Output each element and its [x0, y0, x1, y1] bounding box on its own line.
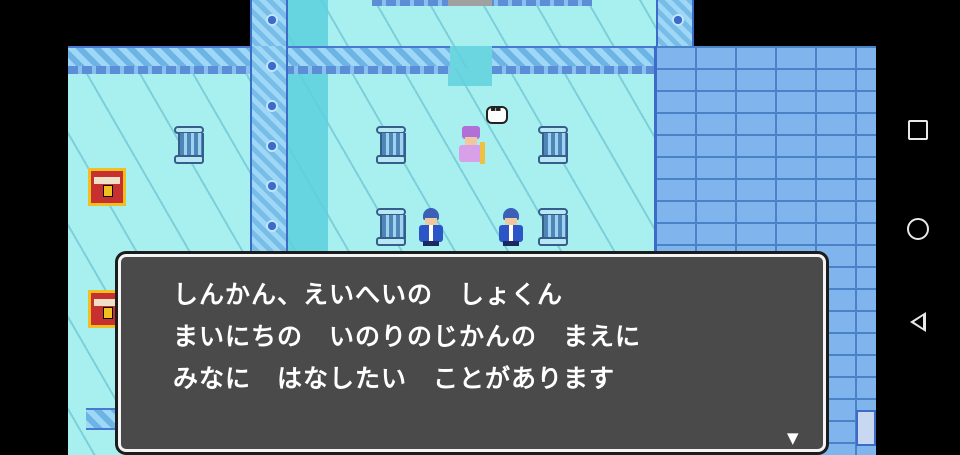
dialog-line-3: みなに はなしたい ことがあります [173, 364, 616, 393]
continue-arrow-icon[interactable]: ▼ [787, 429, 799, 447]
wall-trim-right [492, 46, 656, 68]
altar-step [448, 0, 492, 6]
wall-trim-left [68, 46, 252, 68]
pedestal [538, 208, 568, 246]
priest-npc[interactable] [454, 126, 488, 164]
android-navbar [876, 0, 960, 455]
water-channel-cross [448, 46, 492, 86]
soldier-npc[interactable] [414, 208, 448, 246]
recent-apps-icon[interactable] [908, 120, 928, 140]
door-bottom-right [856, 410, 876, 446]
wall-trim-bottom-left [86, 408, 122, 430]
upper-pillar-left [250, 0, 288, 50]
dialog-line-2: まいにちの いのりのじかんの まえに [173, 322, 642, 351]
pedestal [538, 126, 568, 164]
dialog-box[interactable]: しんかん、えいへいの しょくん まいにちの いのりのじかんの まえに みなに は… [118, 254, 826, 452]
void-top-left [68, 0, 248, 46]
soldier-npc[interactable] [494, 208, 528, 246]
dialog-line-1: しんかん、えいへいの しょくん [173, 280, 564, 309]
pedestal [376, 208, 406, 246]
wall-band-mid [284, 66, 450, 74]
wall-band-left [68, 66, 252, 74]
back-icon[interactable] [910, 312, 926, 332]
pedestal [174, 126, 204, 164]
pedestal [376, 126, 406, 164]
home-icon[interactable] [907, 218, 929, 240]
treasure-chest[interactable] [88, 168, 126, 206]
wall-band-right [492, 66, 656, 74]
wall-trim-mid [284, 46, 450, 68]
speech-bubble-icon [486, 104, 508, 124]
upper-pillar-right [656, 0, 694, 50]
